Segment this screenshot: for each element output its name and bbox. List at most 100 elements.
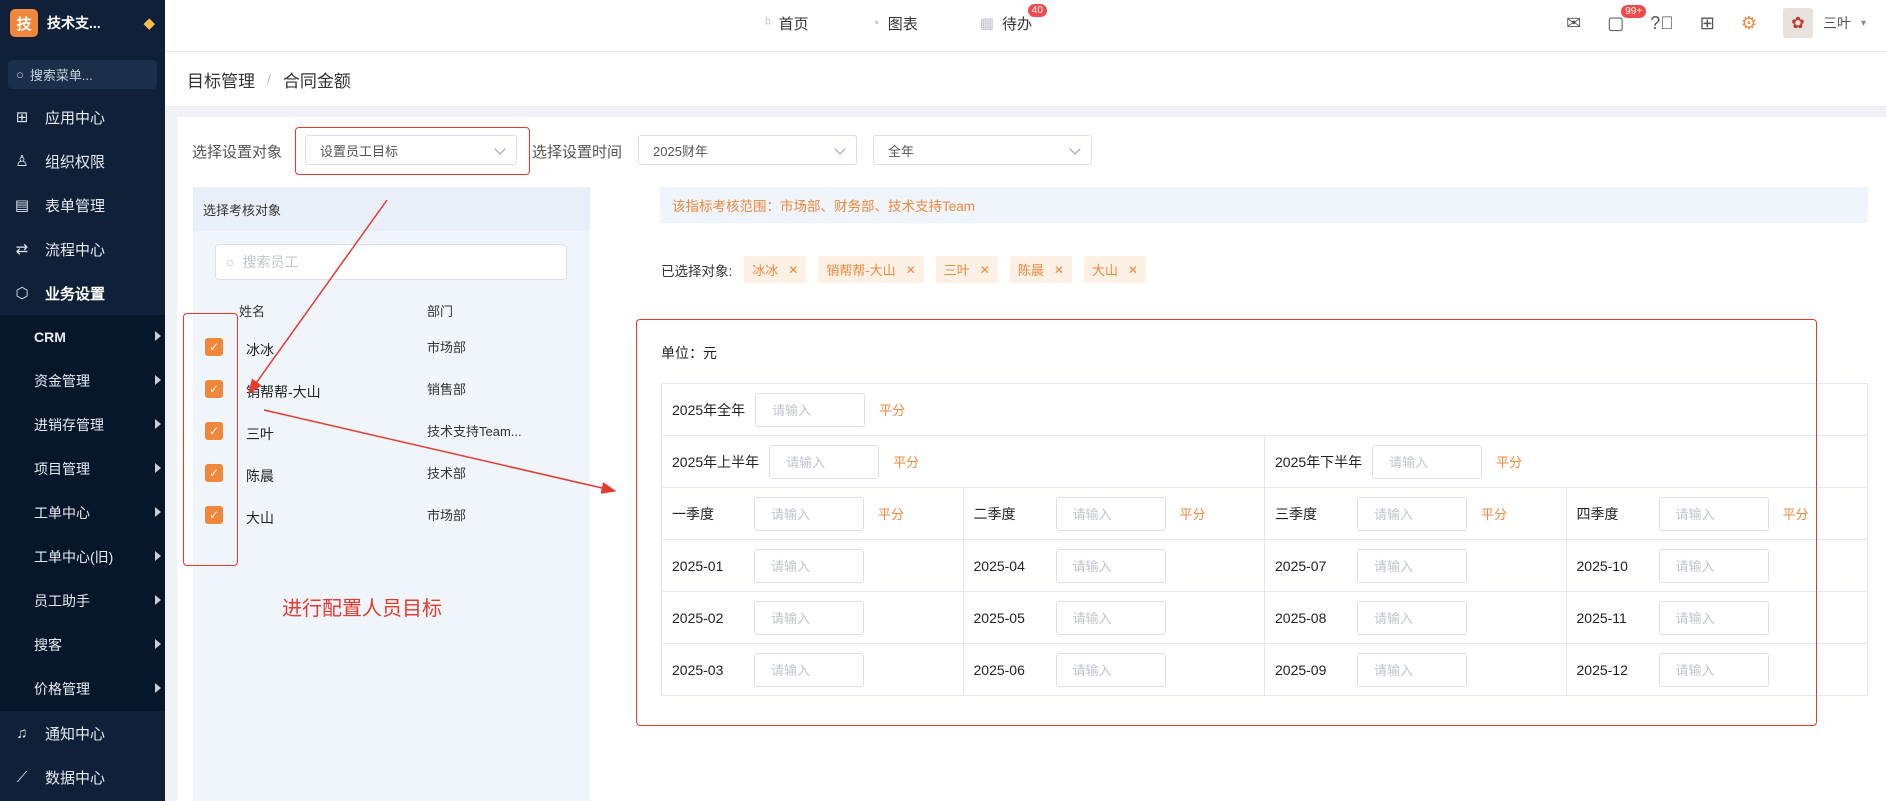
submenu-item-label: 员工助手 (34, 593, 90, 609)
caret-right-icon (155, 683, 161, 693)
employee-selector-title: 选择考核对象 (193, 187, 590, 231)
employee-name: 大山 (246, 510, 274, 526)
top-bar: ᵇ 首页 ◔ 图表 ▦ 待办 40 ✉ ▢ 99+ ?⃝ ⊞ ⚙ ✿ 三叶 ▾ (165, 0, 1886, 52)
message-count-badge: 99+ (1621, 4, 1647, 18)
breadcrumb: 目标管理 / 合同金额 (165, 52, 1886, 107)
annotation-text: 进行配置人员目标 (282, 598, 442, 620)
close-icon[interactable]: ✕ (1128, 263, 1138, 277)
caret-right-icon (155, 507, 161, 517)
chevron-down-icon (1069, 143, 1081, 155)
search-icon: ○ (226, 254, 235, 270)
breadcrumb-current: 合同金额 (282, 71, 351, 91)
sidebar-item-org-permissions[interactable]: ♙ 组织权限 (0, 139, 165, 183)
column-header-dept: 部门 (427, 304, 454, 319)
employee-search-placeholder: 搜索员工 (242, 254, 299, 270)
sidebar-item-business-settings[interactable]: ⬡ 业务设置 (0, 271, 165, 315)
sidebar-item-label: 通知中心 (45, 725, 106, 743)
cube-icon: ⬡ (15, 285, 29, 302)
sidebar-item-form-management[interactable]: ▤ 表单管理 (0, 183, 165, 227)
employee-name: 陈晨 (246, 468, 274, 484)
sidebar-item-notifications[interactable]: ♫ 通知中心 (0, 711, 165, 755)
brand-name: 技术支... (47, 15, 101, 31)
selected-tag: 陈晨 ✕ (1009, 256, 1072, 283)
table-row[interactable]: ✓ 大山 市场部 (193, 495, 590, 537)
brand[interactable]: 技 技术支... ◆ (0, 0, 165, 46)
sidebar-item-label: 应用中心 (45, 109, 106, 127)
pie-icon: ◔ (870, 14, 880, 32)
breadcrumb-parent[interactable]: 目标管理 (187, 67, 255, 92)
employee-selector-panel: 选择考核对象 ○ 搜索员工 姓名 部门 ✓ 冰冰 市场部 ✓ 销帮帮-大山 销售… (193, 187, 590, 801)
home-icon: ᵇ (765, 14, 771, 32)
period-select[interactable]: 全年 (873, 135, 1092, 165)
caret-right-icon (155, 419, 161, 429)
diamond-icon: ◆ (143, 15, 155, 32)
selected-objects-label: 已选择对象: (661, 263, 733, 279)
close-icon[interactable]: ✕ (980, 263, 990, 277)
period-select-value: 全年 (888, 143, 915, 159)
tag-label: 三叶 (943, 263, 970, 278)
menu-search-input[interactable]: ○ 搜索菜单... (8, 60, 157, 89)
employee-dept: 技术部 (427, 466, 467, 481)
top-tools: ✉ ▢ 99+ ?⃝ ⊞ ⚙ ✿ 三叶 ▾ (1566, 0, 1866, 46)
close-icon[interactable]: ✕ (906, 263, 916, 277)
sidebar-item-data-center[interactable]: ⟋ 数据中心 (0, 755, 165, 799)
help-icon[interactable]: ?⃝ (1650, 13, 1674, 34)
business-settings-submenu: CRM 资金管理 进销存管理 项目管理 工单中心 工单中心(旧) 员工助手 搜客… (0, 315, 165, 711)
employee-dept: 技术支持Team... (427, 424, 522, 439)
year-select[interactable]: 2025财年 (638, 135, 857, 165)
avatar: ✿ (1782, 8, 1813, 38)
selected-tag: 大山 ✕ (1083, 256, 1146, 283)
employee-dept: 市场部 (427, 508, 467, 523)
employee-dept: 市场部 (427, 340, 467, 355)
settings-gear-icon[interactable]: ⚙ (1741, 13, 1757, 34)
submenu-item-souke[interactable]: 搜客 (0, 623, 165, 667)
user-menu[interactable]: ✿ 三叶 ▾ (1782, 8, 1866, 38)
submenu-item-funds[interactable]: 资金管理 (0, 359, 165, 403)
sidebar-item-flow-center[interactable]: ⇄ 流程中心 (0, 227, 165, 271)
topnav-charts[interactable]: ◔ 图表 (871, 13, 918, 34)
sidebar: 技 技术支... ◆ ○ 搜索菜单... ⊞ 应用中心 ♙ 组织权限 ▤ 表单管理 ⇄… (0, 0, 165, 801)
topnav-todo[interactable]: ▦ 待办 40 (980, 3, 1047, 34)
scope-notice: 该指标考核范围：市场部、财务部、技术支持Team (660, 187, 1868, 223)
table-row[interactable]: ✓ 陈晨 技术部 (193, 453, 590, 495)
submenu-item-tickets[interactable]: 工单中心 (0, 491, 165, 535)
year-select-value: 2025财年 (653, 143, 708, 159)
submenu-item-tickets-old[interactable]: 工单中心(旧) (0, 535, 165, 579)
sidebar-item-app-center[interactable]: ⊞ 应用中心 (0, 95, 165, 139)
mail-icon[interactable]: ✉ (1566, 13, 1581, 34)
topnav-home[interactable]: ᵇ 首页 (765, 13, 809, 34)
object-label: 选择设置对象 (192, 144, 283, 161)
submenu-item-inventory[interactable]: 进销存管理 (0, 403, 165, 447)
caret-right-icon (155, 463, 161, 473)
submenu-item-employee-assistant[interactable]: 员工助手 (0, 579, 165, 623)
topnav-label: 待办 (1001, 15, 1032, 33)
chevron-down-icon (834, 143, 846, 155)
submenu-item-label: 搜客 (34, 637, 62, 653)
table-row[interactable]: ✓ 三叶 技术支持Team... (193, 411, 590, 453)
caret-right-icon (155, 595, 161, 605)
highlight-box-targets (636, 319, 1817, 726)
sidebar-item-label: 业务设置 (45, 285, 106, 303)
submenu-item-crm[interactable]: CRM (0, 315, 165, 359)
tag-label: 陈晨 (1017, 263, 1044, 278)
search-icon: ○ (16, 67, 24, 82)
selected-objects: 已选择对象: 冰冰 ✕ 销帮帮-大山 ✕ 三叶 ✕ 陈晨 ✕ 大山 ✕ (661, 256, 1146, 283)
submenu-item-label: 进销存管理 (34, 417, 104, 433)
chevron-down-icon: ▾ (1860, 17, 1866, 29)
message-icon[interactable]: ▢ 99+ (1607, 4, 1647, 34)
close-icon[interactable]: ✕ (788, 263, 798, 277)
breadcrumb-separator: / (267, 71, 271, 87)
user-name: 三叶 (1822, 15, 1851, 31)
employee-search-input[interactable]: ○ 搜索员工 (215, 244, 567, 280)
table-row[interactable]: ✓ 销帮帮-大山 销售部 (193, 369, 590, 411)
caret-right-icon (155, 551, 161, 561)
apps-grid-icon[interactable]: ⊞ (1700, 13, 1715, 34)
table-row[interactable]: ✓ 冰冰 市场部 (193, 327, 590, 369)
employee-name: 销帮帮-大山 (246, 384, 321, 400)
close-icon[interactable]: ✕ (1054, 263, 1064, 277)
todo-count-badge: 40 (1027, 3, 1047, 17)
submenu-item-pricing[interactable]: 价格管理 (0, 667, 165, 711)
user-icon: ♙ (15, 153, 29, 170)
submenu-item-projects[interactable]: 项目管理 (0, 447, 165, 491)
flow-icon: ⇄ (15, 241, 29, 258)
